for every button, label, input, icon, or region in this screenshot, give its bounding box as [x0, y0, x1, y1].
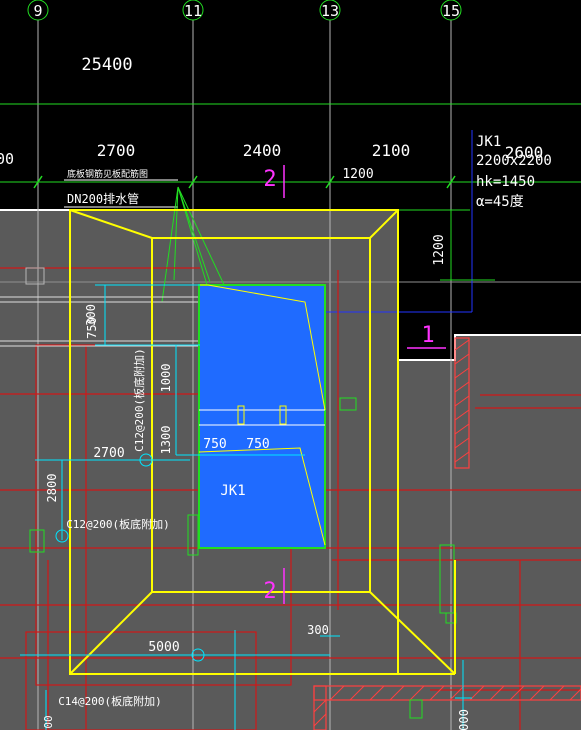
cad-drawing-canvas[interactable]: 9 11 13 15 25400 2700 2400 2100 2600 00 … — [0, 0, 581, 730]
grid-axis-label-13: 13 — [321, 2, 339, 20]
sump-pit — [198, 284, 326, 549]
left-partial-dimension: 00 — [0, 150, 14, 168]
grid-axis-label-11: 11 — [184, 2, 202, 20]
dim-750-b: 750 — [246, 437, 269, 452]
grid-axis-label-15: 15 — [442, 2, 460, 20]
dim-1200-vertical: 1200 — [432, 234, 447, 265]
dim-000-right: 000 — [457, 709, 471, 730]
overall-dimension: 25400 — [81, 55, 132, 75]
span-dimension-1: 2700 — [97, 141, 136, 160]
sump-tag-angle: α=45度 — [476, 194, 524, 210]
dim-750-a: 750 — [203, 437, 226, 452]
dim-750-left: 750 — [85, 317, 99, 339]
sump-tag-hk: hk=1450 — [476, 174, 535, 190]
sump-tag-size: 2200x2200 — [476, 153, 552, 169]
sump-label: JK1 — [220, 483, 245, 499]
span-dimension-3: 2100 — [372, 141, 411, 160]
section-mark-2-bottom: 2 — [263, 579, 276, 604]
rebar-label-1: C12@200(板底附加) — [132, 348, 146, 452]
sump-tag-name: JK1 — [476, 134, 501, 150]
dim-1300: 1300 — [159, 426, 173, 455]
dim-1200-horizontal: 1200 — [342, 167, 373, 182]
dim-2800: 2800 — [45, 474, 59, 503]
dim-2700: 2700 — [93, 446, 124, 461]
grid-axis-label-9: 9 — [33, 2, 42, 20]
dim-300-bottom: 300 — [307, 623, 329, 637]
dim-5000: 5000 — [148, 640, 179, 655]
rebar-label-2: C12@200(板底附加) — [66, 517, 170, 531]
section-mark-1: 1 — [421, 323, 434, 348]
rebar-note: 底板钢筋见板配筋图 — [67, 168, 148, 180]
pipe-note: DN200排水管 — [67, 191, 139, 206]
cad-drawing: 9 11 13 15 25400 2700 2400 2100 2600 00 … — [0, 0, 581, 730]
rebar-label-3: C14@200(板底附加) — [58, 694, 162, 708]
section-mark-2-top: 2 — [263, 167, 276, 192]
span-dimension-2: 2400 — [243, 141, 282, 160]
dim-00-left: 00 — [42, 715, 55, 728]
dim-1000: 1000 — [159, 364, 173, 393]
